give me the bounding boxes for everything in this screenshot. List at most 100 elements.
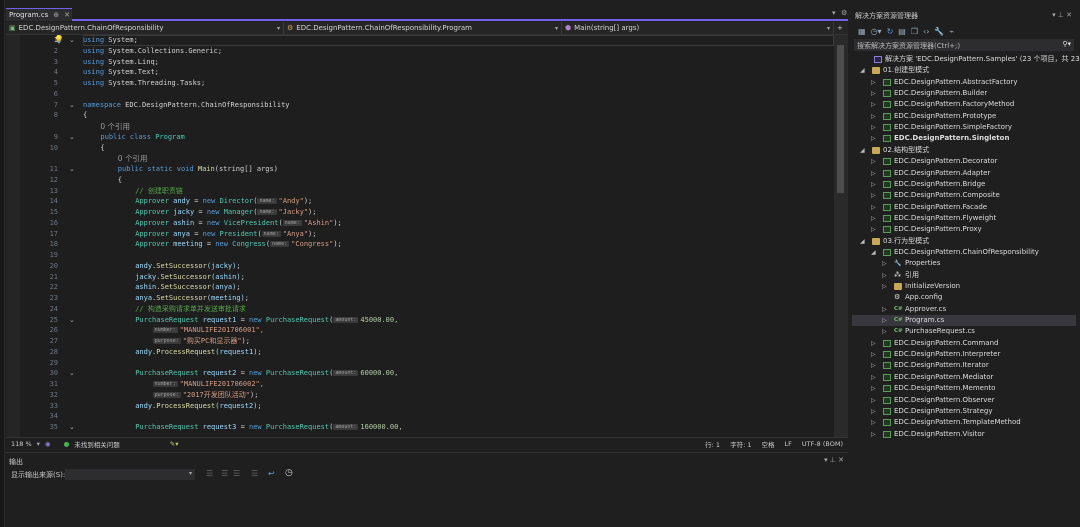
fold-chevron-icon[interactable]: ⌄ [69,422,75,433]
expand-arrow-icon[interactable]: ▷ [882,281,887,292]
references-codelens[interactable]: 0 个引用 [100,121,130,132]
tree-item[interactable]: ▷ InitializeVersion [852,281,1076,292]
toggle-word-wrap-icon[interactable]: ↩ [268,469,275,478]
tree-item[interactable]: ▷ EDC.DesignPattern.Builder [852,88,1076,99]
tree-item[interactable]: 解决方案 'EDC.DesignPattern.Samples' (23 个项目… [852,54,1080,65]
search-icon[interactable]: ⚲▾ [1062,40,1071,48]
clear-all-icon[interactable]: ☰ [233,469,240,478]
tree-item[interactable]: ▷ EDC.DesignPattern.Facade [852,202,1076,213]
code-editor[interactable]: 💡 1 ⌄ using System; 2 using System.Collectio… [6,35,834,437]
issues-status[interactable]: 未找到相关问题 [69,439,125,449]
expand-arrow-icon[interactable]: ▷ [882,270,887,281]
properties-wrench-icon[interactable]: 🔧 [934,27,944,36]
copilot-icon[interactable]: ◉ [40,440,56,448]
expand-arrow-icon[interactable]: ▷ [871,202,876,213]
tree-item[interactable]: ▷ EDC.DesignPattern.Composite [852,190,1076,201]
expand-arrow-icon[interactable]: ▷ [871,156,876,167]
expand-arrow-icon[interactable]: ▷ [871,111,876,122]
tree-item[interactable]: ▷ EDC.DesignPattern.Command [852,338,1076,349]
expand-arrow-icon[interactable]: ▷ [871,360,876,371]
expand-arrow-icon[interactable]: ▷ [871,383,876,394]
tree-item[interactable]: ▷ EDC.DesignPattern.Memento [852,383,1076,394]
tree-item[interactable]: ▷ ⁂ 引用 [852,270,1076,281]
tree-item[interactable]: ▷ EDC.DesignPattern.Observer [852,395,1076,406]
expand-arrow-icon[interactable]: ▷ [871,213,876,224]
expand-arrow-icon[interactable]: ▷ [882,315,887,326]
expand-arrow-icon[interactable]: ▷ [871,122,876,133]
expand-arrow-icon[interactable]: ▷ [871,179,876,190]
line-number[interactable]: 行: 1 [700,439,725,449]
tree-item[interactable]: ▷ EDC.DesignPattern.FactoryMethod [852,99,1076,110]
goto-previous-icon[interactable]: ☰ [206,469,213,478]
expand-arrow-icon[interactable]: ▷ [871,190,876,201]
collapse-arrow-icon[interactable]: ◢ [860,236,865,247]
sync-icon[interactable]: ↻ [887,27,894,36]
indent-mode[interactable]: 空格 [756,439,779,449]
pending-changes-icon[interactable]: ◷▾ [871,27,882,36]
tree-item[interactable]: ▷ EDC.DesignPattern.Visitor [852,429,1076,440]
expand-arrow-icon[interactable]: ▷ [871,395,876,406]
code-view-icon[interactable]: ‹› [923,27,929,36]
collapse-all-icon[interactable]: ▤ [898,27,906,36]
solution-search-input[interactable]: 搜索解决方案资源管理器(Ctrl+;) ⚲▾ [854,39,1074,51]
fold-chevron-icon[interactable]: ⌄ [69,315,75,326]
preview-icon[interactable]: ⌁ [949,27,954,36]
clock-icon[interactable]: ◷ [285,468,293,478]
tree-item[interactable]: ▷ EDC.DesignPattern.SimpleFactory [852,122,1076,133]
fold-chevron-icon[interactable]: ⌄ [69,164,75,175]
encoding[interactable]: UTF-8 (BOM) [797,440,848,448]
panel-controls[interactable]: ▾ ⊥ ✕ [824,456,844,464]
tree-item[interactable]: ▷ EDC.DesignPattern.Interpreter [852,349,1076,360]
expand-arrow-icon[interactable]: ▷ [871,349,876,360]
tree-item[interactable]: ▷ EDC.DesignPattern.Singleton [852,133,1076,144]
expand-arrow-icon[interactable]: ▷ [871,224,876,235]
tab-program-cs[interactable]: Program.cs ⊕ ✕ [6,8,72,21]
pin-icon[interactable]: ⊕ [53,11,59,19]
tree-item[interactable]: ▷ EDC.DesignPattern.Adapter [852,168,1076,179]
split-editor-icon[interactable]: + [834,24,843,32]
tree-item[interactable]: ▷ C# Approver.cs [852,304,1076,315]
vertical-scrollbar[interactable] [834,35,848,437]
fold-chevron-icon[interactable]: ⌄ [69,368,75,379]
tree-item[interactable]: ▷ EDC.DesignPattern.AbstractFactory [852,77,1076,88]
goto-next-icon[interactable]: ☰ [221,469,228,478]
word-wrap-icon[interactable]: ☰ [251,469,258,478]
tree-item[interactable]: ◢ 03.行为型模式 [852,236,1076,247]
collapse-arrow-icon[interactable]: ◢ [860,65,865,76]
settings-gear-icon[interactable]: ⚙ [841,9,847,17]
show-all-files-icon[interactable]: ❐ [911,27,918,36]
tree-item[interactable]: ▷ EDC.DesignPattern.TemplateMethod [852,417,1076,428]
tree-item[interactable]: ▷ EDC.DesignPattern.Flyweight [852,213,1076,224]
project-dropdown[interactable]: ▣ EDC.DesignPattern.ChainOfResponsibilit… [6,22,284,34]
scrollbar-thumb[interactable] [837,45,844,193]
cleanup-brush-icon[interactable]: ✎▾ [170,440,179,448]
tree-item[interactable]: ▷ EDC.DesignPattern.Strategy [852,406,1076,417]
tree-item[interactable]: ▷ EDC.DesignPattern.Prototype [852,111,1076,122]
tree-item[interactable]: ▷ C# Program.cs [852,315,1076,327]
collapse-arrow-icon[interactable]: ◢ [860,145,865,156]
line-ending[interactable]: LF [779,440,796,448]
expand-arrow-icon[interactable]: ▷ [882,304,887,315]
member-dropdown[interactable]: ⬢ Main(string[] args) ▾ [562,22,834,34]
expand-arrow-icon[interactable]: ▷ [871,77,876,88]
tree-item[interactable]: ▷ 🔧 Properties [852,258,1076,269]
class-dropdown[interactable]: ⚙ EDC.DesignPattern.ChainOfResponsibilit… [284,22,562,34]
fold-chevron-icon[interactable]: ⌄ [69,35,75,46]
tree-item[interactable]: ▷ C# PurchaseRequest.cs [852,326,1076,337]
tree-item[interactable]: ◢ EDC.DesignPattern.ChainOfResponsibility [852,247,1076,258]
tab-list-dropdown-icon[interactable]: ▾ [832,9,836,17]
close-icon[interactable]: ✕ [64,11,70,19]
panel-controls[interactable]: ▾ ⊥ ✕ [1052,11,1072,19]
zoom-level[interactable]: 118 % [6,440,37,448]
tree-item[interactable]: ▷ EDC.DesignPattern.Decorator [852,156,1076,167]
output-source-select[interactable]: ▾ [65,469,195,480]
tree-item[interactable]: ▷ EDC.DesignPattern.Proxy [852,224,1076,235]
expand-arrow-icon[interactable]: ▷ [871,99,876,110]
expand-arrow-icon[interactable]: ▷ [882,326,887,337]
expand-arrow-icon[interactable]: ▷ [871,88,876,99]
expand-arrow-icon[interactable]: ▷ [871,417,876,428]
expand-arrow-icon[interactable]: ▷ [882,258,887,269]
expand-arrow-icon[interactable]: ▷ [871,429,876,440]
expand-arrow-icon[interactable]: ▷ [871,168,876,179]
tree-item[interactable]: ◢ 02.结构型模式 [852,145,1076,156]
